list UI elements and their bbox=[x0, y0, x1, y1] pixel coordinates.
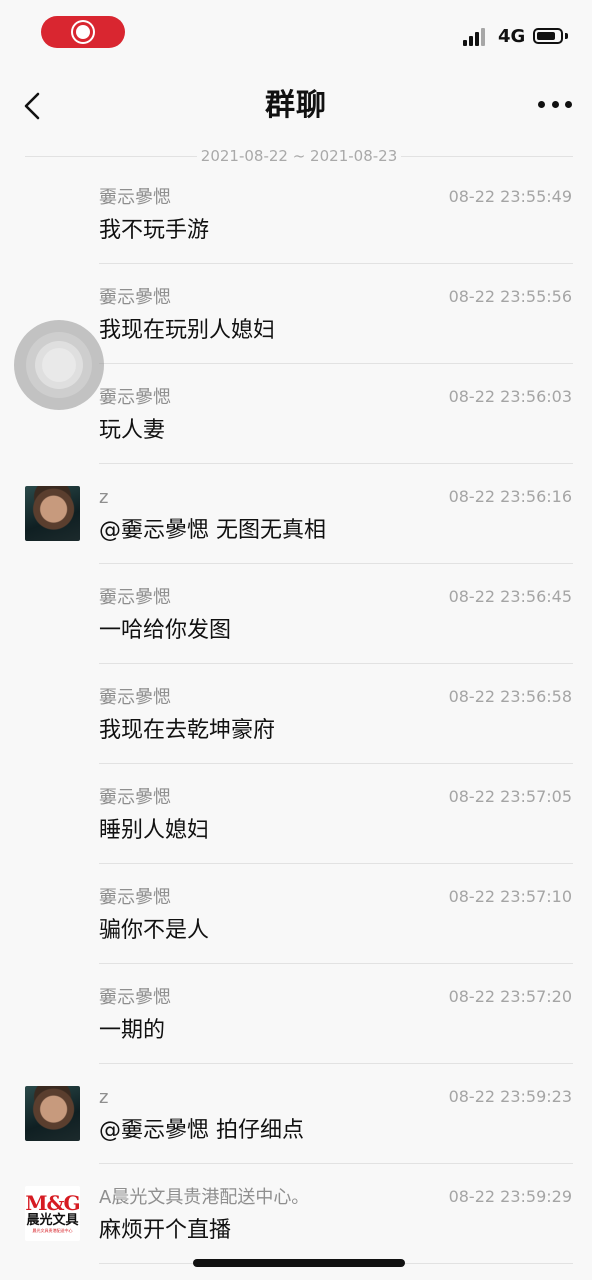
avatar[interactable] bbox=[25, 486, 80, 541]
message-time: 08-22 23:56:16 bbox=[448, 487, 572, 506]
message-time: 08-22 23:57:10 bbox=[448, 887, 572, 906]
avatar[interactable] bbox=[25, 1086, 80, 1141]
sender-name: A晨光文具贵港配送中心。 bbox=[99, 1187, 310, 1208]
message-item[interactable]: 嫑忈曑愢 08-22 23:56:45 一哈给你发图 bbox=[0, 564, 592, 664]
message-text: 一哈给你发图 bbox=[99, 618, 232, 643]
dot-icon bbox=[538, 100, 545, 108]
brand-logo: M&G bbox=[25, 1191, 80, 1215]
message-text: 一期的 bbox=[99, 1018, 166, 1043]
message-text: @嫑忈曑愢 无图无真相 bbox=[99, 518, 326, 543]
assistive-touch-button[interactable] bbox=[14, 320, 104, 410]
status-bar: 4G bbox=[0, 0, 592, 64]
cellular-signal-icon bbox=[463, 28, 491, 46]
message-text: 玩人妻 bbox=[99, 418, 166, 443]
sender-name: 嫑忈曑愢 bbox=[99, 187, 171, 208]
message-text: 骗你不是人 bbox=[99, 918, 210, 943]
message-time: 08-22 23:55:49 bbox=[448, 187, 572, 206]
sender-name: 嫑忈曑愢 bbox=[99, 987, 171, 1008]
network-type: 4G bbox=[498, 26, 526, 47]
message-item[interactable]: 嫑忈曑愢 08-22 23:55:49 我不玩手游 bbox=[0, 164, 592, 264]
record-icon bbox=[76, 25, 90, 39]
avatar[interactable]: M&G 晨光文具 晨光文具贵港配送中心 bbox=[25, 1186, 80, 1241]
page-title: 群聊 bbox=[265, 88, 327, 123]
message-time: 08-22 23:56:45 bbox=[448, 587, 572, 606]
message-text: 我现在玩别人媳妇 bbox=[99, 318, 276, 343]
message-time: 08-22 23:59:23 bbox=[448, 1087, 572, 1106]
message-item[interactable]: M&G 晨光文具 晨光文具贵港配送中心 A晨光文具贵港配送中心。 08-22 2… bbox=[0, 1164, 592, 1264]
message-text: 我现在去乾坤豪府 bbox=[99, 718, 276, 743]
sender-name: 嫑忈曑愢 bbox=[99, 787, 171, 808]
sender-name: 嫑忈曑愢 bbox=[99, 587, 171, 608]
divider bbox=[401, 155, 574, 157]
avatar-photo bbox=[25, 486, 80, 541]
message-time: 08-22 23:57:05 bbox=[448, 787, 572, 806]
message-time: 08-22 23:56:03 bbox=[448, 387, 572, 406]
more-options-button[interactable] bbox=[538, 96, 572, 112]
divider bbox=[25, 155, 197, 157]
dot-icon bbox=[565, 100, 572, 108]
message-time: 08-22 23:57:20 bbox=[448, 987, 572, 1006]
message-item[interactable]: 嫑忈曑愢 08-22 23:56:58 我现在去乾坤豪府 bbox=[0, 664, 592, 764]
sender-name: 嫑忈曑愢 bbox=[99, 287, 171, 308]
sender-name: z bbox=[99, 487, 109, 508]
nav-bar: 群聊 bbox=[0, 66, 592, 146]
message-item[interactable]: 嫑忈曑愢 08-22 23:57:10 骗你不是人 bbox=[0, 864, 592, 964]
date-range-separator: 2021-08-22 ~ 2021-08-23 bbox=[25, 146, 574, 166]
message-item[interactable]: 嫑忈曑愢 08-22 23:57:20 一期的 bbox=[0, 964, 592, 1064]
sender-name: 嫑忈曑愢 bbox=[99, 887, 171, 908]
sender-name: 嫑忈曑愢 bbox=[99, 387, 171, 408]
sender-name: z bbox=[99, 1087, 109, 1108]
message-text: 我不玩手游 bbox=[99, 218, 210, 243]
sender-name: 嫑忈曑愢 bbox=[99, 687, 171, 708]
screen-recording-indicator[interactable] bbox=[41, 16, 125, 48]
brand-name: 晨光文具 bbox=[26, 1213, 79, 1228]
battery-icon bbox=[533, 28, 563, 44]
date-range-label: 2021-08-22 ~ 2021-08-23 bbox=[200, 147, 398, 165]
message-time: 08-22 23:55:56 bbox=[448, 287, 572, 306]
message-time: 08-22 23:59:29 bbox=[448, 1187, 572, 1206]
dot-icon bbox=[551, 100, 559, 108]
message-text: @嫑忈曑愢 拍仔细点 bbox=[99, 1118, 304, 1143]
message-item[interactable]: 嫑忈曑愢 08-22 23:57:05 睡别人媳妇 bbox=[0, 764, 592, 864]
message-item[interactable]: z 08-22 23:56:16 @嫑忈曑愢 无图无真相 bbox=[0, 464, 592, 564]
message-text: 麻烦开个直播 bbox=[99, 1218, 232, 1243]
home-indicator[interactable] bbox=[193, 1259, 405, 1267]
message-text: 睡别人媳妇 bbox=[99, 818, 210, 843]
message-item[interactable]: z 08-22 23:59:23 @嫑忈曑愢 拍仔细点 bbox=[0, 1064, 592, 1164]
avatar-photo bbox=[25, 1086, 80, 1141]
message-time: 08-22 23:56:58 bbox=[448, 687, 572, 706]
brand-subtitle: 晨光文具贵港配送中心 bbox=[32, 1228, 73, 1233]
